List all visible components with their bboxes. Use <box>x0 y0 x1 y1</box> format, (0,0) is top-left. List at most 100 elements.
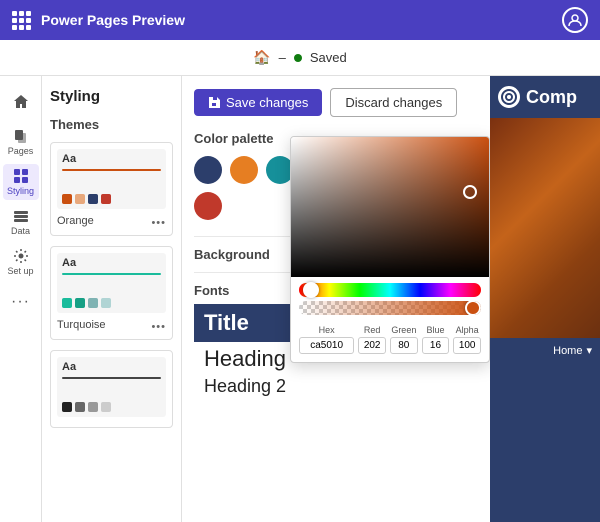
preview-panel: Comp Home ▾ <box>490 76 600 522</box>
sidebar-item-home[interactable] <box>3 84 39 120</box>
theme-options-orange[interactable] <box>151 213 166 229</box>
hex-input[interactable] <box>299 337 354 354</box>
swatch-t1 <box>62 298 72 308</box>
picker-fields: Hex Red Green Blue Alpha <box>291 321 489 362</box>
swatch4 <box>101 194 111 204</box>
more-dots: ··· <box>11 293 30 311</box>
swatch-t4 <box>101 298 111 308</box>
alpha-label: Alpha <box>456 325 479 335</box>
theme-options-turquoise[interactable] <box>151 317 166 333</box>
topbar: Power Pages Preview <box>0 0 600 40</box>
styling-icon <box>13 168 29 184</box>
save-label: Save changes <box>226 95 308 110</box>
home-breadcrumb-icon[interactable]: 🏠 <box>253 49 270 66</box>
pages-label: Pages <box>8 146 34 156</box>
theme-accent-line3 <box>62 377 161 379</box>
color-swatch-orange[interactable] <box>230 156 258 184</box>
color-swatch-dark-blue[interactable] <box>194 156 222 184</box>
app-title: Power Pages Preview <box>41 12 562 28</box>
sidebar-item-styling[interactable]: Styling <box>3 164 39 200</box>
theme-preview-turquoise: Aa <box>57 253 166 313</box>
alpha-bar[interactable] <box>299 301 481 315</box>
preview-logo: Comp <box>490 76 600 118</box>
blue-input[interactable] <box>422 337 450 354</box>
saved-indicator <box>294 54 302 62</box>
gradient-picker[interactable] <box>291 137 489 277</box>
data-label: Data <box>11 226 30 236</box>
styling-content: Save changes Discard changes Color palet… <box>182 76 490 522</box>
gradient-handle <box>463 185 477 199</box>
preview-hero-image <box>490 118 600 338</box>
setup-label: Set up <box>7 266 33 276</box>
preview-nav: Home ▾ <box>490 338 600 363</box>
green-field-group: Green <box>390 325 418 354</box>
red-label: Red <box>364 325 381 335</box>
theme-name-row-turquoise: Turquoise <box>57 317 166 333</box>
preview-logo-circle <box>498 86 520 108</box>
color-picker-popup: Hex Red Green Blue Alpha <box>290 136 490 363</box>
hex-field-group: Hex <box>299 325 354 354</box>
saved-status: Saved <box>310 50 347 65</box>
theme-card-orange[interactable]: Aa Orange <box>50 142 173 236</box>
secondbar: 🏠 – Saved <box>0 40 600 76</box>
theme-name-orange: Orange <box>57 215 94 227</box>
toolbar: Save changes Discard changes <box>194 88 478 117</box>
theme-aa-label: Aa <box>62 153 76 165</box>
red-field-group: Red <box>358 325 386 354</box>
theme-name-turquoise: Turquoise <box>57 319 106 331</box>
preview-logo-text: Comp <box>526 87 577 108</box>
theme-preview-orange: Aa <box>57 149 166 209</box>
swatch-d1 <box>62 402 72 412</box>
hex-label: Hex <box>319 325 335 335</box>
swatch-t3 <box>88 298 98 308</box>
green-input[interactable] <box>390 337 418 354</box>
discard-changes-button[interactable]: Discard changes <box>330 88 457 117</box>
swatch-d4 <box>101 402 111 412</box>
theme-accent-line2 <box>62 273 161 275</box>
styling-label: Styling <box>7 186 34 196</box>
alpha-input[interactable] <box>453 337 481 354</box>
swatch-t2 <box>75 298 85 308</box>
hue-handle <box>303 282 319 298</box>
sidebar-item-data[interactable]: Data <box>3 204 39 240</box>
swatch-d3 <box>88 402 98 412</box>
swatch-d2 <box>75 402 85 412</box>
sidebar-item-setup[interactable]: Set up <box>3 244 39 280</box>
theme-card-turquoise[interactable]: Aa Turquoise <box>50 246 173 340</box>
user-icon[interactable] <box>562 7 588 33</box>
theme-card-third[interactable]: Aa <box>50 350 173 428</box>
pages-icon <box>13 128 29 144</box>
grid-icon[interactable] <box>12 11 31 30</box>
hue-bar[interactable] <box>299 283 481 297</box>
theme-swatches2 <box>62 298 111 308</box>
save-icon <box>208 96 221 109</box>
themes-panel: Styling Themes Aa Orange Aa <box>42 76 182 522</box>
swatch3 <box>88 194 98 204</box>
theme-swatches <box>62 194 111 204</box>
theme-name-row-orange: Orange <box>57 213 166 229</box>
green-label: Green <box>391 325 416 335</box>
data-icon <box>13 208 29 224</box>
discard-label: Discard changes <box>345 95 442 110</box>
themes-section-title: Themes <box>50 117 173 132</box>
setup-icon <box>13 248 29 264</box>
main-layout: Pages Styling Data Set up ··· Styling Th… <box>0 76 600 522</box>
color-swatch-red[interactable] <box>194 192 222 220</box>
font-heading2-display: Heading 2 <box>194 374 478 399</box>
sidebar-item-more[interactable]: ··· <box>3 284 39 320</box>
red-input[interactable] <box>358 337 386 354</box>
alpha-gradient <box>299 301 481 315</box>
theme-preview-third: Aa <box>57 357 166 417</box>
alpha-handle <box>465 301 481 315</box>
save-changes-button[interactable]: Save changes <box>194 89 322 116</box>
theme-aa-label3: Aa <box>62 361 76 373</box>
swatch2 <box>75 194 85 204</box>
theme-aa-label2: Aa <box>62 257 76 269</box>
home-icon <box>13 94 29 110</box>
alpha-field-group: Alpha <box>453 325 481 354</box>
blue-field-group: Blue <box>422 325 450 354</box>
sidebar-item-pages[interactable]: Pages <box>3 124 39 160</box>
preview-home-label: Home <box>553 345 582 357</box>
chevron-down-icon: ▾ <box>586 344 592 357</box>
styling-heading: Styling <box>50 88 173 105</box>
